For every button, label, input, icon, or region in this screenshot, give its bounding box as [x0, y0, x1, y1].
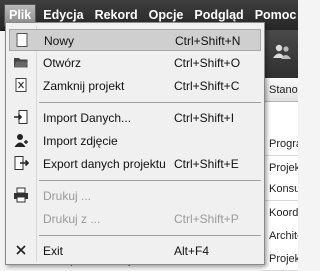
table-cell[interactable]: Projektant: [262, 247, 298, 271]
menu-item-label: Otwórz: [43, 56, 82, 70]
menu-item-label: Zamknij projekt: [43, 79, 125, 93]
menu-item-label: Import zdjęcie: [43, 134, 118, 148]
toolbar-users-icon[interactable]: [272, 42, 292, 64]
menu-item-label: Drukuj ...: [43, 189, 92, 203]
export-data-icon: [14, 156, 29, 170]
menu-separator: [39, 180, 261, 181]
menu-item-import-danych[interactable]: Import Danych... Ctrl+Shift+I: [9, 107, 261, 129]
menu-item-drukuj-z[interactable]: Drukuj z ... Ctrl+Shift+P: [9, 208, 261, 230]
new-document-icon: [16, 33, 28, 47]
menu-item-shortcut: Ctrl+Shift+I: [174, 111, 235, 125]
import-photo-icon: [14, 134, 28, 147]
menu-item-label: Exit: [43, 244, 64, 258]
folder-open-icon: [14, 58, 28, 68]
menu-item-label: Export danych projektu: [43, 157, 166, 171]
toolbar: [262, 30, 298, 78]
table-cell[interactable]: Koordynator: [262, 201, 298, 225]
menu-item-shortcut: Ctrl+Shift+C: [174, 79, 240, 93]
print-icon: [14, 187, 28, 203]
menu-item-nowy[interactable]: Nowy Ctrl+Shift+N: [9, 29, 261, 51]
menu-item-shortcut: Alt+F4: [174, 244, 210, 258]
import-data-icon: [14, 110, 28, 124]
menu-item-exit[interactable]: Exit Alt+F4: [9, 240, 261, 262]
menu-item-label: Import Danych...: [43, 111, 132, 125]
menu-item-drukuj[interactable]: Drukuj ...: [9, 185, 261, 207]
menu-item-shortcut: Ctrl+Shift+O: [174, 56, 241, 70]
menu-item-label: Drukuj z ...: [43, 212, 101, 226]
menu-item-shortcut: Ctrl+Shift+E: [174, 157, 239, 171]
menu-separator: [39, 102, 261, 103]
exit-icon: [16, 245, 26, 255]
menu-item-label: Nowy: [44, 34, 75, 48]
file-menu: Nowy Ctrl+Shift+N Otwórz Ctrl+Shift+O Za…: [5, 22, 265, 265]
column-header-stanowisko[interactable]: Stanowisko: [262, 78, 298, 102]
menu-item-zamknij-projekt[interactable]: Zamknij projekt Ctrl+Shift+C: [9, 75, 261, 97]
table-cell[interactable]: Programista: [262, 132, 298, 156]
table-cell[interactable]: Konsultant: [262, 177, 298, 201]
menu-item-shortcut: Ctrl+Shift+P: [174, 212, 239, 226]
menu-item-import-zdjecie[interactable]: Import zdjęcie: [9, 130, 261, 152]
table-cell[interactable]: Architekt: [262, 224, 298, 248]
menu-item-shortcut: Ctrl+Shift+N: [175, 34, 241, 48]
menu-item-export-danych[interactable]: Export danych projektu Ctrl+Shift+E: [9, 153, 261, 175]
menu-separator: [39, 235, 261, 236]
menu-item-otworz[interactable]: Otwórz Ctrl+Shift+O: [9, 52, 261, 74]
close-project-icon: [15, 78, 27, 92]
